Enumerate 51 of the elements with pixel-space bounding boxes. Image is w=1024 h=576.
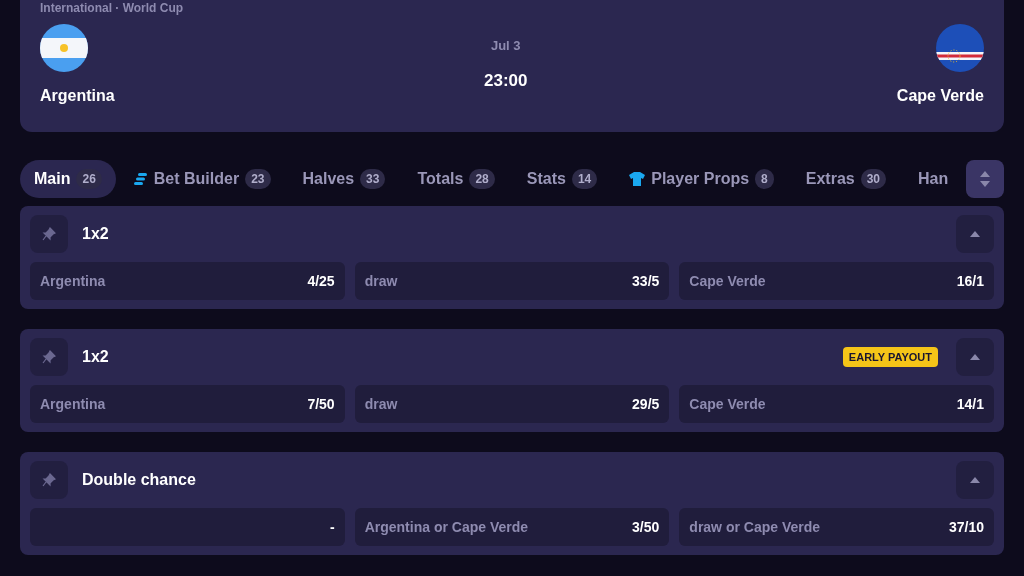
- count-badge: 8: [755, 169, 774, 189]
- flag-icon: [40, 24, 88, 72]
- market-tab[interactable]: Stats 14: [512, 160, 612, 198]
- odds-button[interactable]: draw 29/5: [354, 385, 670, 423]
- market-tab[interactable]: Main 26: [20, 160, 116, 198]
- pin-button[interactable]: [30, 215, 68, 253]
- market-tab[interactable]: Player Props 8: [615, 160, 788, 198]
- odds-button[interactable]: Argentina 4/25: [30, 262, 345, 300]
- market-tab[interactable]: Han: [904, 160, 962, 198]
- team-name: Argentina: [40, 86, 115, 106]
- caret-icon: [970, 231, 980, 237]
- match-date: Jul 3: [490, 37, 521, 55]
- team-name: Cape Verde: [896, 86, 984, 106]
- count-badge: 14: [571, 169, 598, 189]
- odds-button[interactable]: draw 33/5: [354, 262, 670, 300]
- pin-button[interactable]: [30, 461, 68, 499]
- odds-button[interactable]: Cape Verde 16/1: [679, 262, 994, 300]
- odds-button[interactable]: draw or Cape Verde 37/10: [679, 508, 994, 546]
- market-title: Double chance: [82, 470, 197, 490]
- flag-icon: [936, 24, 984, 72]
- collapse-button[interactable]: [956, 338, 994, 376]
- caret-icon: [970, 354, 980, 360]
- odds-button[interactable]: Cape Verde 14/1: [679, 385, 994, 423]
- competition-label: International · World Cup: [40, 0, 184, 16]
- odds-button[interactable]: Argentina or Cape Verde 3/50: [354, 508, 670, 546]
- count-badge: 28: [469, 169, 495, 189]
- stacked-bars-icon: [133, 172, 148, 186]
- market-title: 1x2: [82, 347, 110, 367]
- count-badge: 33: [360, 169, 386, 189]
- market-tab[interactable]: Extras 30: [791, 160, 901, 198]
- market-title: 1x2: [82, 224, 110, 244]
- market-tab[interactable]: Totals 28: [403, 160, 509, 198]
- collapse-all-button[interactable]: [966, 160, 1004, 198]
- odds-button[interactable]: -: [30, 508, 345, 546]
- early-payout-badge: EARLY PAYOUT: [842, 346, 938, 368]
- market-tab[interactable]: Bet Builder 23: [119, 160, 285, 198]
- pin-icon: [42, 227, 56, 241]
- pin-button[interactable]: [30, 338, 68, 376]
- odds-button[interactable]: Argentina 7/50: [30, 385, 345, 423]
- count-badge: 23: [245, 169, 271, 189]
- shirt-icon: [629, 172, 646, 186]
- collapse-button[interactable]: [956, 461, 994, 499]
- market-tab[interactable]: Halves 33: [288, 160, 400, 198]
- pin-icon: [42, 473, 56, 487]
- pin-icon: [42, 350, 56, 364]
- collapse-icon: [980, 171, 990, 187]
- count-badge: 30: [860, 169, 887, 189]
- count-badge: 26: [76, 169, 102, 189]
- match-time: 23:00: [484, 69, 528, 92]
- collapse-button[interactable]: [956, 215, 994, 253]
- caret-icon: [970, 477, 980, 483]
